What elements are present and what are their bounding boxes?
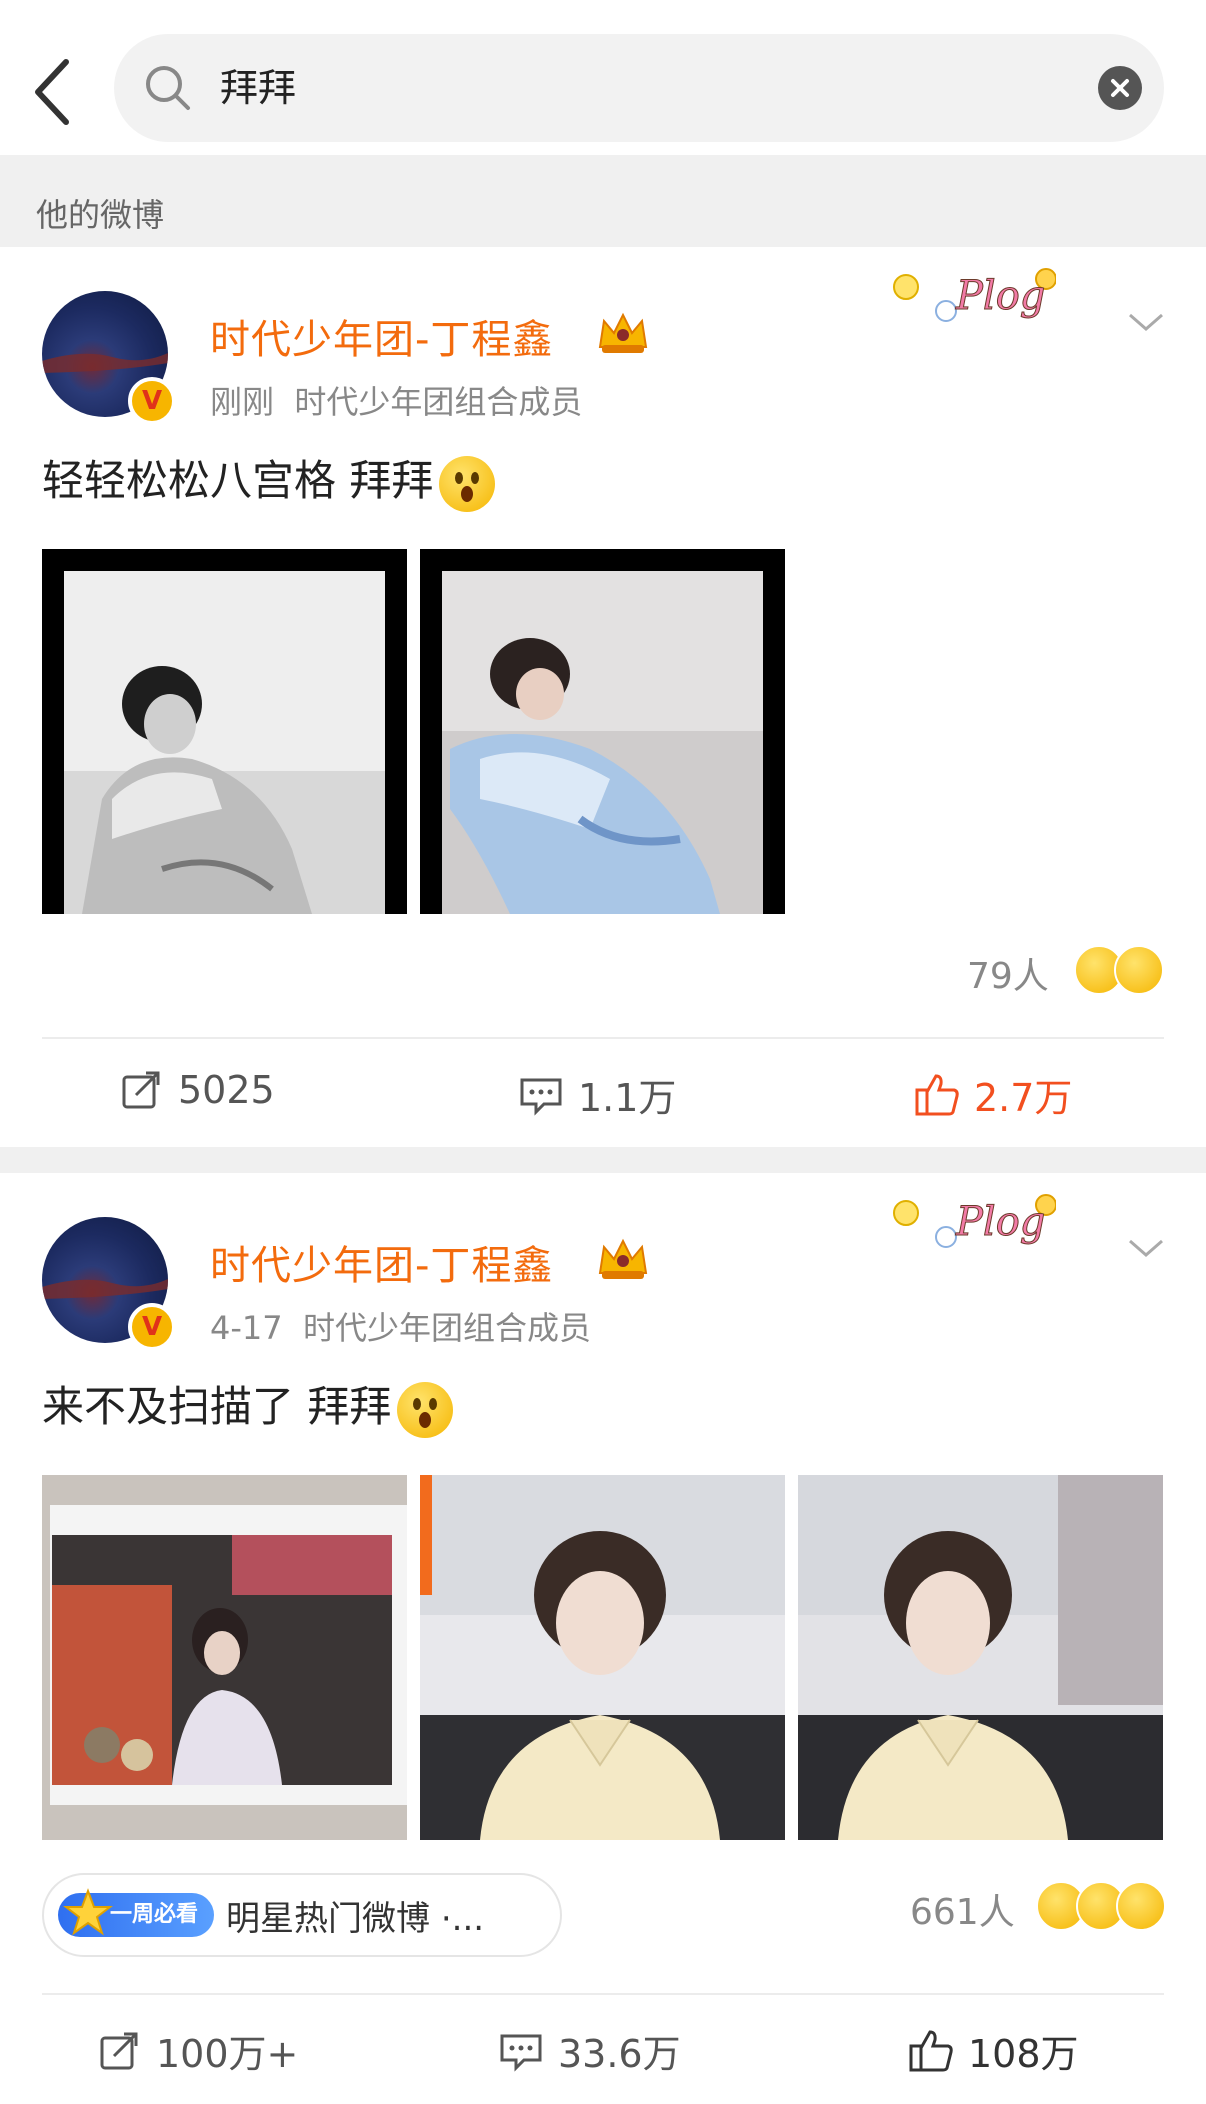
- post-image[interactable]: [798, 1475, 1163, 1840]
- post-text: 来不及扫描了 拜拜: [42, 1373, 454, 1438]
- thumbs-up-icon: [909, 2029, 953, 2071]
- divider: [42, 1993, 1164, 1995]
- comment-button[interactable]: 1.1万: [518, 1067, 676, 1122]
- star-icon: [63, 1888, 113, 1936]
- username[interactable]: 时代少年团-丁程鑫: [210, 1233, 553, 1291]
- like-count: 108万: [968, 2032, 1079, 2076]
- post-text-content: 来不及扫描了 拜拜: [42, 1382, 392, 1431]
- post-time: 4-17: [210, 1309, 283, 1347]
- comment-icon: [520, 1078, 562, 1116]
- divider: [42, 1037, 1164, 1039]
- post-meta: 4-17 时代少年团组合成员: [210, 1303, 591, 1349]
- plog-badge-icon: Plog: [893, 1194, 1056, 1248]
- comment-button[interactable]: 33.6万: [498, 2023, 681, 2078]
- share-icon: [122, 1071, 160, 1109]
- section-header: 他的微博: [0, 155, 1206, 247]
- post-card[interactable]: V 时代少年团-丁程鑫 4-17 时代少年团组合成员 Plog 来不及扫描了 拜…: [0, 1173, 1206, 2104]
- reactions-count[interactable]: 79人: [967, 947, 1049, 999]
- chevron-down-icon[interactable]: [1126, 307, 1166, 337]
- clear-search-button[interactable]: [1098, 66, 1142, 110]
- verified-badge-icon: V: [128, 1303, 176, 1351]
- thumbs-up-icon: [915, 1073, 959, 1115]
- surprised-emoji-icon: [1116, 1881, 1166, 1931]
- chevron-left-icon: [35, 59, 69, 125]
- plog-badge-icon: Plog: [893, 268, 1056, 322]
- reactions-count[interactable]: 661人: [910, 1883, 1015, 1935]
- chevron-down-icon[interactable]: [1126, 1233, 1166, 1263]
- tag-badge-label: 一周必看: [110, 1902, 199, 1927]
- surprised-emoji-icon: [439, 455, 496, 512]
- repost-button[interactable]: 5025: [118, 1067, 275, 1113]
- like-button[interactable]: 2.7万: [914, 1067, 1072, 1122]
- comment-count: 33.6万: [558, 2032, 681, 2076]
- weekly-must-see-badge: 一周必看: [58, 1888, 215, 1937]
- username[interactable]: 时代少年团-丁程鑫: [210, 307, 553, 365]
- repost-count: 100万+: [156, 2032, 299, 2076]
- post-text-content: 轻轻松松八宫格 拜拜: [42, 456, 434, 505]
- back-button[interactable]: [30, 52, 80, 132]
- post-time: 刚刚: [210, 383, 275, 421]
- post-source: 时代少年团组合成员: [294, 383, 583, 421]
- verified-badge-icon: V: [128, 377, 176, 425]
- top-bar: 拜拜: [0, 0, 1206, 155]
- plog-label: Plog: [955, 1199, 1045, 1245]
- share-icon: [100, 2032, 138, 2069]
- post-image[interactable]: [420, 1475, 785, 1840]
- plog-label: Plog: [955, 273, 1045, 319]
- search-input[interactable]: 拜拜: [220, 34, 296, 142]
- grin-emoji-icon: [1114, 945, 1164, 995]
- search-icon: [146, 66, 190, 110]
- post-image[interactable]: [42, 549, 407, 914]
- post-image[interactable]: [420, 549, 785, 914]
- surprised-emoji-icon: [397, 1381, 454, 1438]
- search-bar[interactable]: 拜拜: [114, 34, 1164, 142]
- like-count: 2.7万: [974, 1076, 1073, 1120]
- comment-icon: [500, 2034, 542, 2072]
- post-text: 轻轻松松八宫格 拜拜: [42, 447, 496, 512]
- repost-count: 5025: [178, 1068, 275, 1112]
- crown-icon: [598, 312, 648, 353]
- topic-tag[interactable]: 一周必看 明星热门微博 ·...: [42, 1873, 562, 1957]
- post-source: 时代少年团组合成员: [302, 1309, 591, 1347]
- like-button[interactable]: 108万: [908, 2023, 1079, 2078]
- post-separator: [0, 1147, 1206, 1173]
- repost-button[interactable]: 100万+: [96, 2023, 298, 2078]
- close-icon: [1111, 79, 1129, 97]
- comment-count: 1.1万: [578, 1076, 677, 1120]
- crown-icon: [598, 1238, 648, 1279]
- tag-text: 明星热门微博 ·...: [226, 1898, 485, 1939]
- post-card[interactable]: V 时代少年团-丁程鑫 刚刚 时代少年团组合成员 Plog 轻轻松松八宫格 拜拜: [0, 247, 1206, 1147]
- post-meta: 刚刚 时代少年团组合成员: [210, 377, 582, 423]
- post-image[interactable]: [42, 1475, 407, 1840]
